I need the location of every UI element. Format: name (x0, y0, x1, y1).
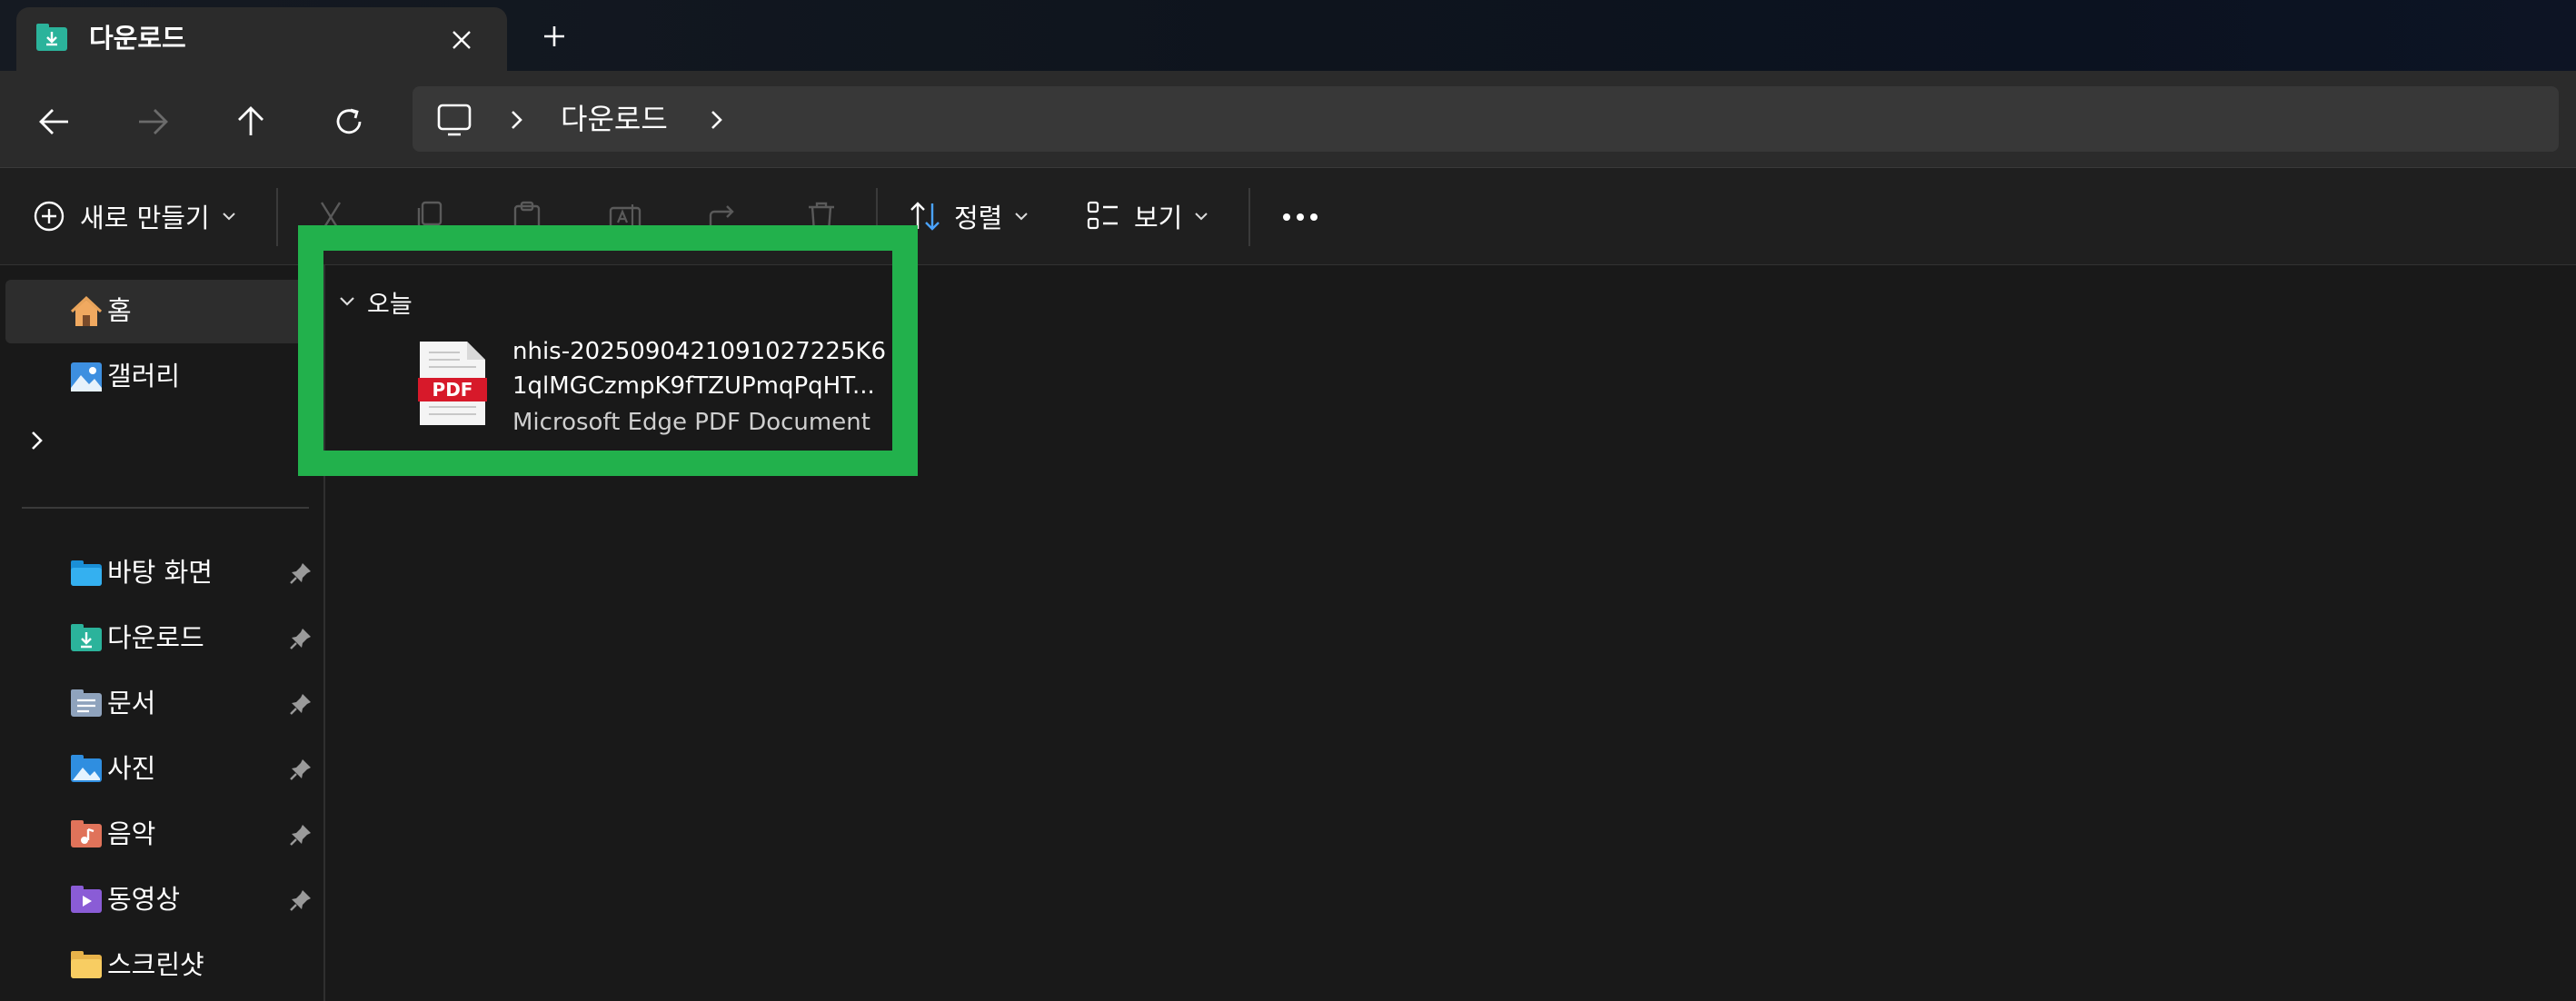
file-name-line2: 1qlMGCzmpK9fTZUPmqPqHT... (512, 372, 875, 400)
pin-icon[interactable] (289, 692, 313, 716)
desktop-folder-icon (71, 560, 102, 586)
sidebar-item-home[interactable]: 홈 (5, 280, 314, 343)
new-button[interactable]: 새로 만들기 (33, 192, 237, 241)
sidebar-item-label: 다운로드 (107, 622, 204, 653)
navigation-bar: 다운로드 (0, 71, 2576, 168)
pin-icon[interactable] (289, 627, 313, 650)
forward-button[interactable] (124, 96, 182, 147)
view-icon (1087, 201, 1118, 230)
sort-button[interactable]: 정렬 (909, 192, 1029, 241)
up-button[interactable] (222, 96, 280, 147)
file-item-pdf[interactable]: PDF nhis-2025090421091027225K6 1qlMGCzmp… (409, 329, 886, 447)
plus-icon (544, 26, 564, 46)
group-label: 오늘 (367, 290, 413, 319)
sidebar-item-pictures[interactable]: 사진 (5, 738, 314, 801)
sidebar-item-gallery[interactable]: 갤러리 (5, 345, 314, 409)
more-options-button[interactable] (1278, 199, 1323, 235)
toolbar-divider (276, 188, 278, 246)
sidebar-item-label: 바탕 화면 (107, 557, 213, 588)
music-folder-icon (71, 820, 102, 847)
toolbar-divider (1248, 188, 1250, 246)
sidebar-item-label: 음악 (107, 818, 156, 849)
arrow-up-icon (238, 106, 264, 135)
chevron-down-icon (1195, 213, 1208, 221)
chevron-right-icon[interactable] (503, 104, 531, 135)
sort-label: 정렬 (954, 203, 1003, 233)
back-button[interactable] (25, 96, 84, 147)
sidebar-item-label: 갤러리 (107, 361, 181, 391)
close-icon (453, 31, 471, 49)
view-label: 보기 (1134, 203, 1183, 233)
monitor-icon (437, 104, 472, 136)
tab-downloads[interactable]: 다운로드 (16, 7, 507, 71)
more-horizontal-icon (1283, 213, 1318, 221)
videos-folder-icon (71, 886, 102, 913)
sidebar-item-label: 홈 (107, 295, 132, 326)
pin-icon[interactable] (289, 758, 313, 781)
new-button-label: 새로 만들기 (80, 203, 210, 233)
address-bar[interactable]: 다운로드 (413, 86, 2559, 152)
gallery-icon (71, 362, 102, 391)
pin-icon[interactable] (289, 888, 313, 912)
arrow-right-icon (139, 109, 168, 134)
sidebar-item-label: 스크린샷 (107, 949, 204, 980)
refresh-button[interactable] (320, 96, 378, 147)
documents-folder-icon (71, 689, 102, 717)
pictures-folder-icon (71, 755, 102, 782)
arrow-left-icon (39, 109, 68, 134)
pdf-badge: PDF (433, 379, 473, 401)
sidebar-item-downloads[interactable]: 다운로드 (5, 607, 314, 670)
pdf-file-icon: PDF (418, 342, 487, 425)
chevron-down-icon (1015, 213, 1029, 221)
folder-icon (71, 951, 102, 978)
navigation-pane: 홈 갤러리 바탕 화면 다운로드 문서 사진 음악 동영상 스크린샷 (0, 265, 325, 1001)
chevron-down-icon (222, 213, 235, 221)
sidebar-item-documents[interactable]: 문서 (5, 672, 314, 736)
breadcrumb-downloads[interactable]: 다운로드 (561, 99, 668, 139)
sidebar-item-label: 문서 (107, 688, 156, 719)
pin-icon[interactable] (289, 561, 313, 585)
home-icon (70, 295, 103, 326)
group-header-today[interactable]: 오늘 (338, 283, 413, 320)
file-name-line1: nhis-2025090421091027225K6 (512, 338, 886, 365)
tab-title: 다운로드 (89, 23, 186, 54)
download-folder-icon (36, 24, 67, 51)
file-explorer-window: 다운로드 다운로드 새로 만들기 정렬 보기 홈 갤러리 바탕 화면 다운로드 … (0, 0, 2576, 1001)
chevron-right-icon[interactable] (24, 427, 51, 454)
sidebar-item-videos[interactable]: 동영상 (5, 868, 314, 932)
sidebar-item-label: 사진 (107, 753, 156, 784)
chevron-down-icon (340, 297, 354, 306)
sidebar-item-music[interactable]: 음악 (5, 803, 314, 867)
sidebar-divider (22, 507, 309, 509)
plus-circle-icon (34, 201, 65, 232)
file-type: Microsoft Edge PDF Document (512, 409, 870, 436)
title-bar: 다운로드 (0, 0, 2576, 71)
pin-icon[interactable] (289, 823, 313, 847)
new-tab-button[interactable] (536, 18, 572, 55)
close-tab-button[interactable] (443, 22, 480, 58)
sidebar-item-screenshots[interactable]: 스크린샷 (5, 934, 314, 997)
sidebar-item-label: 동영상 (107, 884, 181, 915)
download-folder-icon (71, 624, 102, 651)
sidebar-item-desktop[interactable]: 바탕 화면 (5, 541, 314, 605)
chevron-right-icon[interactable] (703, 104, 731, 135)
view-button[interactable]: 보기 (1087, 192, 1209, 241)
refresh-icon (336, 108, 362, 134)
